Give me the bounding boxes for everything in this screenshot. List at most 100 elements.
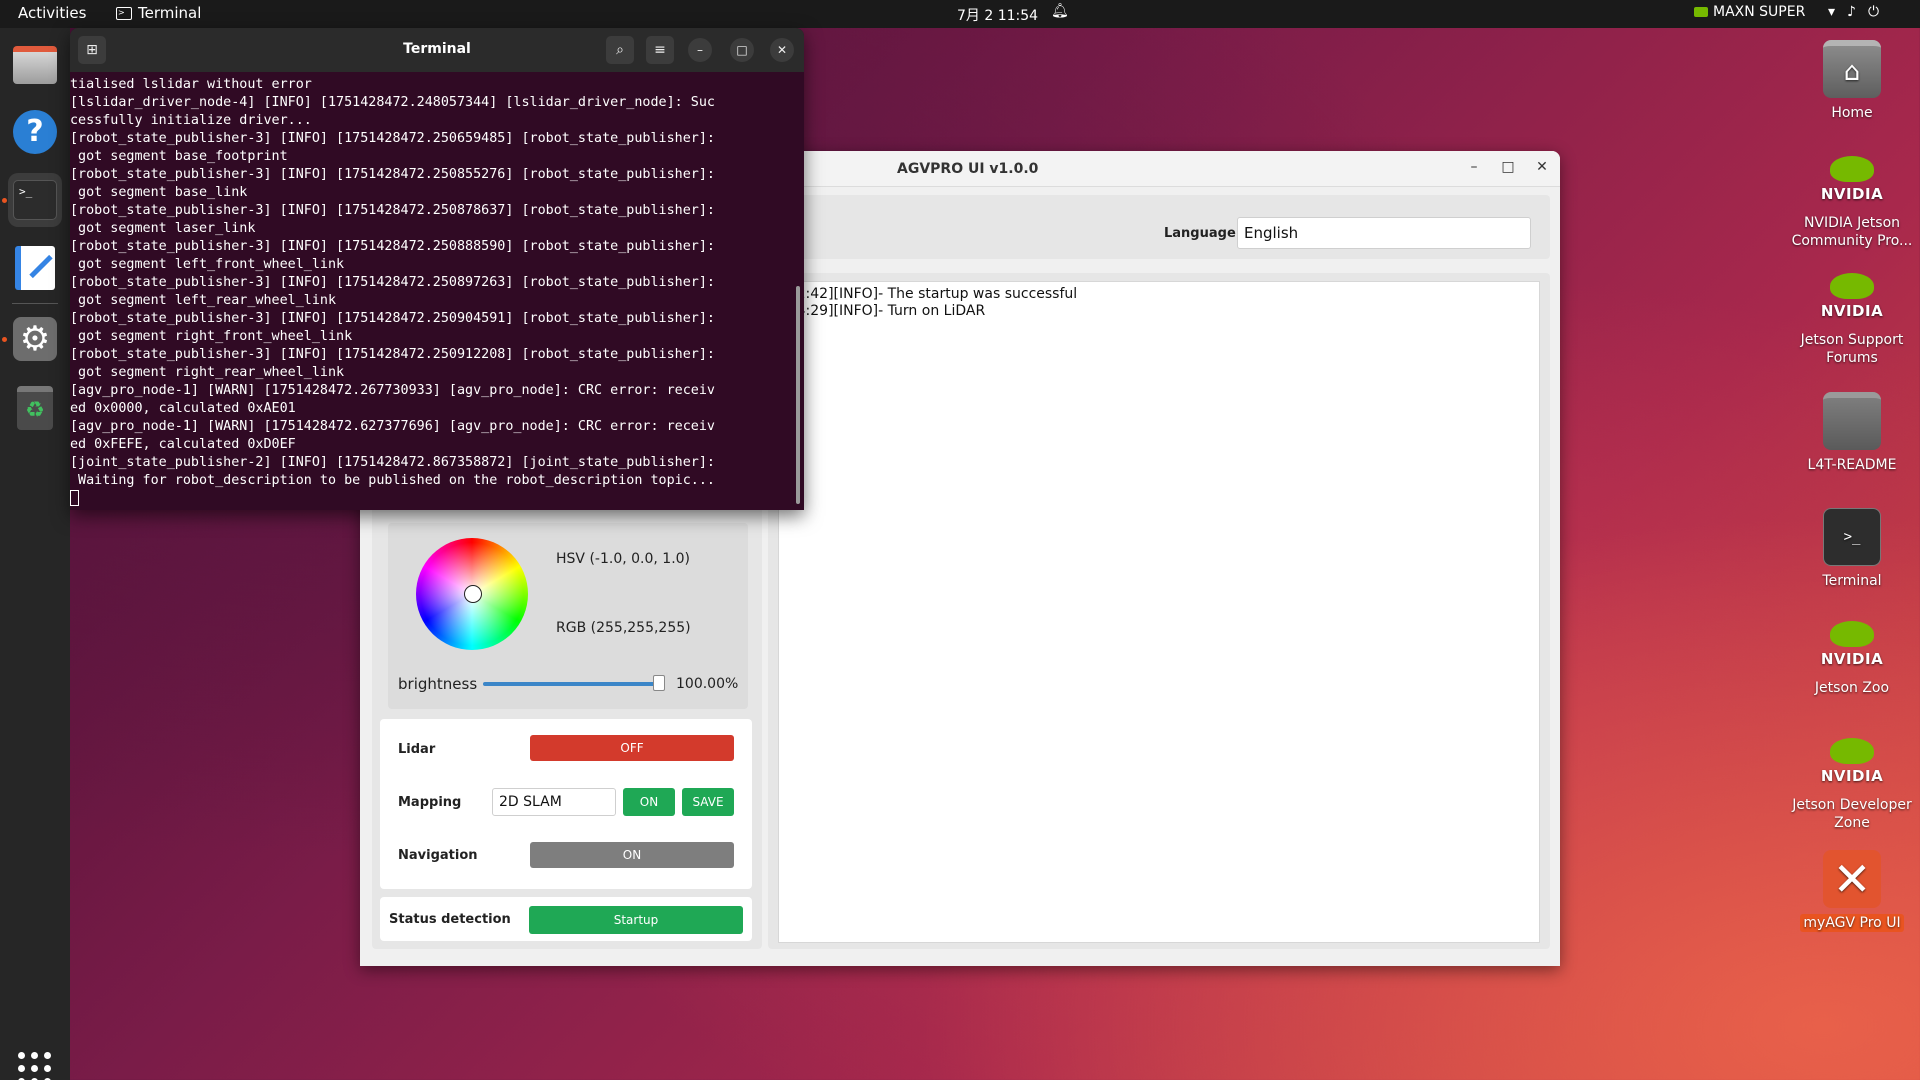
clock[interactable]: 7月 2 11:54 bbox=[957, 5, 1038, 25]
terminal-line: got segment left_front_wheel_link bbox=[70, 257, 345, 272]
terminal-icon: >_ bbox=[1823, 508, 1881, 566]
terminal-line: got segment base_footprint bbox=[70, 149, 288, 164]
rgb-readout: RGB (255,255,255) bbox=[556, 620, 691, 636]
desktop-icon-l4t-readme[interactable]: L4T-README bbox=[1782, 392, 1920, 474]
navigation-label: Navigation bbox=[398, 848, 478, 863]
log-output[interactable]: :52:42][INFO]- The startup was successfu… bbox=[778, 281, 1540, 943]
app-menu-label: Terminal bbox=[138, 4, 202, 22]
mapping-on-button[interactable]: ON bbox=[623, 788, 675, 816]
terminal-line: [robot_state_publisher-3] [INFO] [175142… bbox=[70, 311, 715, 326]
text-editor-icon bbox=[15, 246, 55, 290]
terminal-line: got segment right_front_wheel_link bbox=[70, 329, 353, 344]
terminal-line: [robot_state_publisher-3] [INFO] [175142… bbox=[70, 275, 715, 290]
nvidia-logo-icon: NVIDIA bbox=[1821, 615, 1883, 673]
dock-terminal[interactable]: >_ bbox=[8, 173, 62, 227]
desktop-icon-label: Jetson Zoo bbox=[1814, 680, 1890, 696]
terminal-line: got segment left_rear_wheel_link bbox=[70, 293, 337, 308]
color-wheel-cursor[interactable] bbox=[464, 585, 482, 603]
terminal-line: [agv_pro_node-1] [WARN] [1751428472.6273… bbox=[70, 419, 715, 434]
terminal-line: [robot_state_publisher-3] [INFO] [175142… bbox=[70, 239, 715, 254]
maximize-icon[interactable]: □ bbox=[1498, 159, 1518, 175]
desktop-icon-label: myAGV Pro UI bbox=[1800, 914, 1904, 932]
maximize-icon[interactable]: □ bbox=[730, 38, 754, 62]
navigation-toggle-button[interactable]: ON bbox=[530, 842, 734, 868]
nvidia-icon bbox=[1694, 7, 1708, 17]
terminal-line: [joint_state_publisher-2] [INFO] [175142… bbox=[70, 455, 715, 470]
help-icon: ? bbox=[13, 110, 57, 154]
dock: ? >_ ⚙ ♻ bbox=[0, 28, 70, 1080]
search-icon[interactable]: ⌕ bbox=[606, 36, 634, 64]
dock-trash[interactable]: ♻ bbox=[8, 381, 62, 435]
app-menu[interactable]: > Terminal bbox=[116, 4, 201, 22]
desktop-icon-myagv[interactable]: ✕ myAGV Pro UI bbox=[1782, 850, 1920, 932]
terminal-line: [robot_state_publisher-3] [INFO] [175142… bbox=[70, 131, 715, 146]
desktop-icon-jetson-dev-zone[interactable]: NVIDIA Jetson Developer Zone bbox=[1782, 732, 1920, 832]
desktop-icon-label: Jetson Support Forums bbox=[1800, 332, 1904, 366]
volume-icon: ♪ bbox=[1847, 4, 1856, 20]
language-label: Language bbox=[1164, 226, 1236, 241]
terminal-line: ed 0xFEFE, calculated 0xD0EF bbox=[70, 437, 296, 452]
activities-button[interactable]: Activities bbox=[18, 4, 86, 22]
terminal-scrollbar[interactable] bbox=[796, 286, 800, 504]
brightness-slider-handle[interactable] bbox=[653, 675, 665, 691]
log-line: :54:29][INFO]- Turn on LiDAR bbox=[783, 303, 986, 319]
close-icon[interactable]: ✕ bbox=[770, 38, 794, 62]
menu-icon[interactable]: ≡ bbox=[646, 36, 674, 64]
log-line: :52:42][INFO]- The startup was successfu… bbox=[783, 286, 1078, 302]
dock-settings[interactable]: ⚙ bbox=[8, 312, 62, 366]
power-icon: ⏻ bbox=[1867, 4, 1880, 20]
terminal-line: [lslidar_driver_node-4] [INFO] [17514284… bbox=[70, 95, 715, 110]
system-menu[interactable]: ▾ ♪ ⏻ bbox=[1828, 4, 1879, 20]
power-mode-indicator[interactable]: MAXN SUPER bbox=[1694, 4, 1805, 20]
close-icon[interactable]: ✕ bbox=[1532, 159, 1552, 175]
app-grid-icon[interactable] bbox=[18, 1052, 52, 1080]
terminal-titlebar[interactable]: ⊞ Terminal ⌕ ≡ – □ ✕ bbox=[70, 28, 804, 72]
mapping-save-button[interactable]: SAVE bbox=[682, 788, 734, 816]
terminal-line: [robot_state_publisher-3] [INFO] [175142… bbox=[70, 203, 715, 218]
terminal-window: ⊞ Terminal ⌕ ≡ – □ ✕ tialised lslidar wi… bbox=[70, 28, 804, 510]
settings-icon: ⚙ bbox=[13, 317, 57, 361]
desktop-icon-label: NVIDIA Jetson Community Pro... bbox=[1791, 215, 1913, 249]
startup-button[interactable]: Startup bbox=[529, 906, 743, 934]
lidar-toggle-button[interactable]: OFF bbox=[530, 735, 734, 761]
mapping-label: Mapping bbox=[398, 795, 462, 810]
minimize-icon[interactable]: – bbox=[688, 38, 712, 62]
desktop-icon-label: Home bbox=[1831, 105, 1873, 121]
desktop-icon-jetson-forums[interactable]: NVIDIA Jetson Support Forums bbox=[1782, 267, 1920, 367]
window-title: AGVPRO UI v1.0.0 bbox=[897, 161, 1039, 177]
running-indicator bbox=[2, 198, 7, 203]
terminal-line: [robot_state_publisher-3] [INFO] [175142… bbox=[70, 167, 715, 182]
terminal-line: Waiting for robot_description to be publ… bbox=[70, 473, 715, 488]
nvidia-logo-icon: NVIDIA bbox=[1821, 732, 1883, 790]
brightness-slider[interactable] bbox=[483, 682, 665, 686]
terminal-line: [robot_state_publisher-3] [INFO] [175142… bbox=[70, 347, 715, 362]
desktop-icon-nvidia-community[interactable]: NVIDIA NVIDIA Jetson Community Pro... bbox=[1782, 150, 1920, 250]
terminal-line: cessfully initialize driver... bbox=[70, 113, 312, 128]
brightness-label: brightness bbox=[398, 675, 478, 693]
desktop-icon-label: Terminal bbox=[1822, 573, 1882, 589]
nvidia-logo-icon: NVIDIA bbox=[1821, 150, 1883, 208]
terminal-line: [agv_pro_node-1] [WARN] [1751428472.2677… bbox=[70, 383, 715, 398]
desktop-icon-home[interactable]: ⌂ Home bbox=[1782, 40, 1920, 122]
terminal-line: tialised lslidar without error bbox=[70, 77, 312, 92]
dock-text-editor[interactable] bbox=[8, 241, 62, 295]
terminal-line: got segment right_rear_wheel_link bbox=[70, 365, 345, 380]
language-select[interactable]: English bbox=[1237, 217, 1531, 249]
status-detection-label: Status detection bbox=[389, 912, 511, 927]
terminal-icon: >_ bbox=[13, 180, 57, 220]
dock-help[interactable]: ? bbox=[8, 105, 62, 159]
terminal-app-icon: > bbox=[116, 6, 132, 20]
minimize-icon[interactable]: – bbox=[1464, 159, 1484, 175]
terminal-output[interactable]: tialised lslidar without error [lslidar_… bbox=[70, 76, 790, 506]
terminal-line: got segment laser_link bbox=[70, 221, 256, 236]
folder-icon bbox=[1823, 392, 1881, 450]
desktop-icon-jetson-zoo[interactable]: NVIDIA Jetson Zoo bbox=[1782, 615, 1920, 697]
mapping-mode-select[interactable]: 2D SLAM bbox=[492, 788, 616, 816]
files-icon bbox=[13, 46, 57, 84]
dock-files[interactable] bbox=[8, 38, 62, 92]
hsv-readout: HSV (-1.0, 0.0, 1.0) bbox=[556, 551, 691, 567]
wifi-icon: ▾ bbox=[1828, 4, 1836, 20]
desktop-icon-terminal[interactable]: >_ Terminal bbox=[1782, 508, 1920, 590]
nvidia-logo-icon: NVIDIA bbox=[1821, 267, 1883, 325]
terminal-line: ed 0x0000, calculated 0xAE01 bbox=[70, 401, 296, 416]
